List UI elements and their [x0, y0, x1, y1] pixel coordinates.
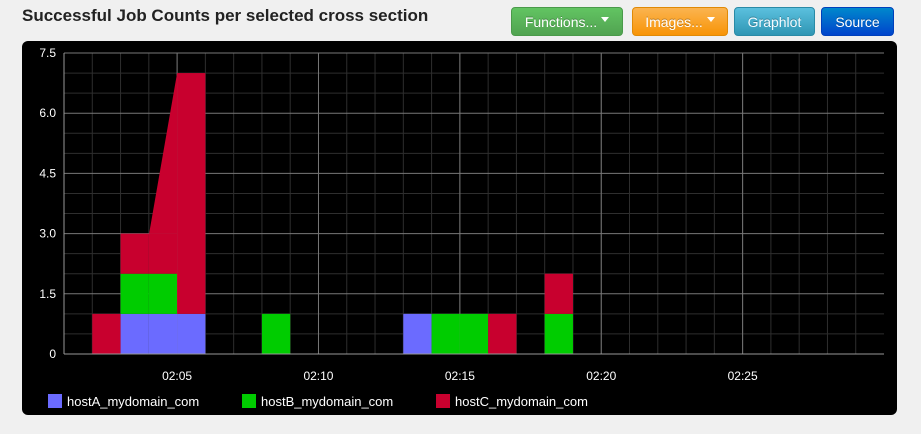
legend-swatch [242, 394, 256, 408]
source-label: Source [835, 13, 880, 30]
data-bar [148, 233, 178, 274]
legend-label: hostB_mydomain_com [261, 394, 393, 409]
source-button[interactable]: Source [821, 7, 894, 36]
data-bar [544, 273, 573, 314]
chart-panel: 0 1.5 3.0 4.5 6.0 7.5 02:05 02:10 02:15 02:20 02:2… [22, 41, 897, 415]
legend-swatch [48, 394, 62, 408]
data-bar [177, 313, 206, 354]
data-bar [431, 313, 460, 354]
legend-label: hostC_mydomain_com [455, 394, 588, 409]
caret-down-icon [706, 17, 715, 22]
x-tick-label: 02:05 [162, 369, 192, 383]
functions-label: Functions... [524, 13, 598, 30]
images-dropdown-button[interactable]: Images... [632, 7, 728, 36]
x-tick-label: 02:25 [728, 369, 758, 383]
chart-svg: 0 1.5 3.0 4.5 6.0 7.5 02:05 02:10 02:15 02:20 02:2… [39, 46, 884, 409]
caret-down-icon [601, 17, 610, 22]
images-label: Images... [645, 13, 703, 30]
data-bar [148, 313, 178, 354]
data-bar [177, 73, 206, 314]
graphlot-button[interactable]: Graphlot [734, 7, 815, 36]
x-tick-label: 02:20 [586, 369, 616, 383]
y-tick-label: 7.5 [39, 46, 56, 60]
data-bar [148, 273, 178, 314]
chart-title: Successful Job Counts per selected cross… [22, 6, 429, 25]
y-tick-label: 6.0 [39, 106, 56, 120]
data-bar [261, 313, 291, 354]
graphlot-label: Graphlot [747, 13, 802, 30]
data-bar [120, 313, 149, 354]
y-tick-label: 4.5 [39, 166, 56, 180]
legend-swatch [436, 394, 450, 408]
data-bar [459, 313, 489, 354]
x-tick-label: 02:15 [445, 369, 475, 383]
legend-label: hostA_mydomain_com [67, 394, 199, 409]
data-bar [488, 313, 517, 354]
data-bar [120, 273, 149, 314]
y-tick-label: 3.0 [39, 227, 56, 241]
data-bar [120, 233, 149, 274]
data-bar [403, 313, 432, 354]
y-tick-label: 0 [49, 347, 56, 361]
functions-dropdown-button[interactable]: Functions... [511, 7, 623, 36]
y-tick-label: 1.5 [39, 287, 56, 301]
x-tick-label: 02:10 [303, 369, 333, 383]
data-bar [544, 313, 573, 354]
